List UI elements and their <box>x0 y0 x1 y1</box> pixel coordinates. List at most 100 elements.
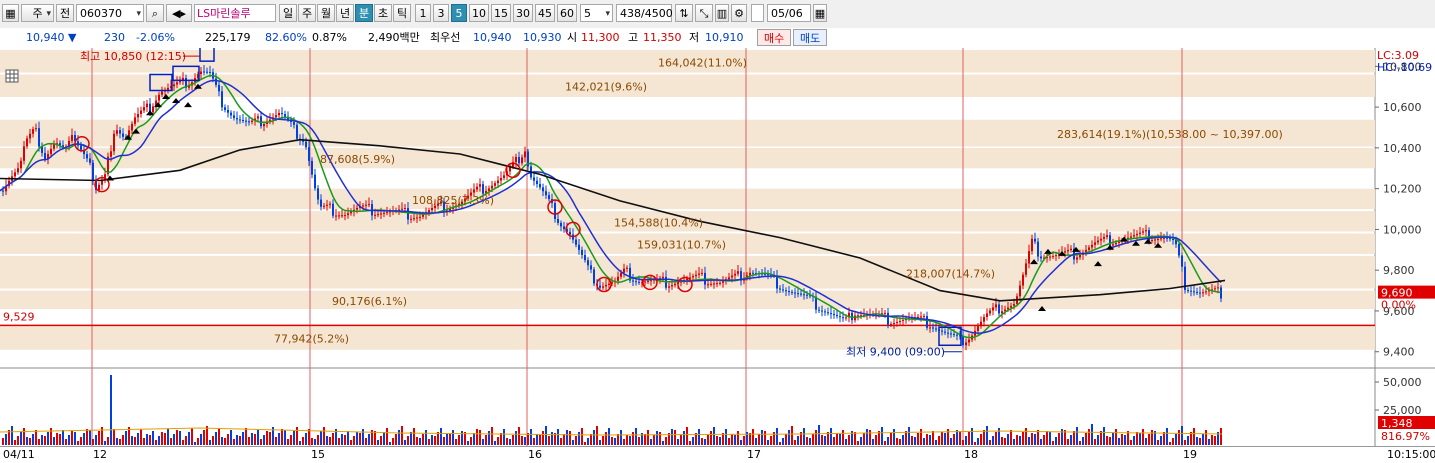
candle-body <box>1178 244 1180 256</box>
sell-button[interactable]: 매도 <box>793 29 828 46</box>
min-60-button[interactable]: 60 <box>557 4 577 22</box>
volume-bar <box>1211 435 1213 445</box>
volume-bar <box>242 432 244 445</box>
candle-body <box>1091 244 1093 248</box>
volume-bar <box>365 438 367 445</box>
drawing-tool-icon[interactable]: ⤡ <box>695 4 713 22</box>
volume-profile-band <box>0 325 1375 350</box>
date-checkbox[interactable] <box>751 4 764 22</box>
volume-bar <box>278 433 280 445</box>
candle-body <box>884 312 886 314</box>
volume-bar <box>299 441 301 445</box>
min-45-button[interactable]: 45 <box>535 4 555 22</box>
candle-body <box>944 331 946 333</box>
range-button[interactable]: 전 <box>56 4 74 22</box>
volume-bar <box>488 431 490 445</box>
candle-body <box>800 293 802 295</box>
volume-bar <box>290 435 292 445</box>
search-icon[interactable]: ⌕ <box>146 4 164 22</box>
candle-body <box>932 327 934 329</box>
stock-name-field[interactable]: LS마린솔루 <box>194 4 276 22</box>
candle-body <box>1169 238 1171 240</box>
volume-bar <box>512 435 514 445</box>
date-label: 15 <box>311 448 325 461</box>
volume-bar <box>1055 437 1057 445</box>
candle-body <box>734 273 736 276</box>
volume-bar <box>104 441 106 445</box>
volume-bar <box>41 435 43 445</box>
period-year-button[interactable]: 년 <box>336 4 354 22</box>
open-price: 11,300 <box>581 31 620 44</box>
volume-bar <box>1148 434 1150 445</box>
volume-bar <box>590 434 592 445</box>
candle-body <box>701 272 703 274</box>
volume-bar <box>1010 430 1012 445</box>
speaker-icon[interactable]: ◀▸ <box>166 4 192 22</box>
candle-body <box>968 339 970 343</box>
candle-body <box>476 186 478 190</box>
min-1-button[interactable]: 1 <box>415 4 431 22</box>
volume-bar <box>812 434 814 445</box>
layout-icon[interactable]: ▦ <box>2 4 19 22</box>
volume-bar <box>761 430 763 445</box>
volume-bar <box>737 431 739 445</box>
candle-body <box>524 151 526 158</box>
date-field[interactable]: 05/06 <box>767 4 811 22</box>
volume-bar <box>431 435 433 445</box>
volume-bar <box>1103 427 1105 445</box>
volume-bar <box>1019 436 1021 445</box>
period-day-button[interactable]: 일 <box>279 4 297 22</box>
data-count-field[interactable]: 438/4500 <box>616 4 673 22</box>
candle-body <box>563 226 565 230</box>
volume-bar <box>1082 437 1084 445</box>
volume-bar <box>1034 434 1036 445</box>
volume-bar <box>521 436 523 445</box>
volume-bar <box>263 435 265 445</box>
candle-body <box>14 172 16 177</box>
interval-select[interactable]: 5 <box>580 4 613 23</box>
period-second-button[interactable]: 초 <box>374 4 392 22</box>
market-select[interactable]: 주 <box>21 4 54 23</box>
indicator-icon[interactable]: ⇅ <box>675 4 693 22</box>
period-week-button[interactable]: 주 <box>298 4 316 22</box>
candle-body <box>668 286 670 288</box>
candle-body <box>644 281 646 283</box>
min-30-button[interactable]: 30 <box>513 4 533 22</box>
volume-bar <box>281 429 283 445</box>
period-month-button[interactable]: 월 <box>317 4 335 22</box>
candle-body <box>965 342 967 346</box>
calendar-icon[interactable]: ▦ <box>813 4 827 22</box>
volume-bar <box>923 438 925 445</box>
volume-bar <box>797 436 799 445</box>
low-annotation: 최저 9,400 (09:00) <box>846 346 945 359</box>
last-volume-label: 1,348 <box>1381 417 1413 430</box>
min-3-button[interactable]: 3 <box>433 4 449 22</box>
period-tick-button[interactable]: 틱 <box>393 4 411 22</box>
volume-bar <box>1121 434 1123 445</box>
min-15-button[interactable]: 15 <box>491 4 511 22</box>
volume-bar <box>377 440 379 445</box>
volume-bar <box>440 428 442 445</box>
trade-amount: 2,490백만 <box>368 31 420 44</box>
volume-bar <box>728 438 730 445</box>
volume-bar <box>887 437 889 445</box>
volume-bar <box>233 439 235 445</box>
volume-bar <box>1043 435 1045 445</box>
volume-bar <box>614 438 616 445</box>
settings-icon[interactable]: ⚙ <box>731 4 747 22</box>
candle-body <box>362 205 364 207</box>
min-5-button[interactable]: 5 <box>451 4 467 22</box>
stock-code-input[interactable]: 060370 <box>76 4 144 23</box>
grid-icon[interactable]: ▥ <box>715 4 729 22</box>
period-minute-button[interactable]: 분 <box>355 4 373 22</box>
candle-body <box>989 310 991 314</box>
candle-body <box>1022 274 1024 286</box>
volume-bar <box>920 429 922 445</box>
price-chart[interactable]: 9,529 164,042(11.0%) 142,021(9.6%) 283,614(… <box>0 48 1435 446</box>
volume-bar <box>347 431 349 445</box>
buy-button[interactable]: 매수 <box>757 29 792 46</box>
volume-bar <box>188 432 190 445</box>
volume-bar <box>743 436 745 445</box>
min-10-button[interactable]: 10 <box>469 4 489 22</box>
volume-bar <box>11 426 13 445</box>
